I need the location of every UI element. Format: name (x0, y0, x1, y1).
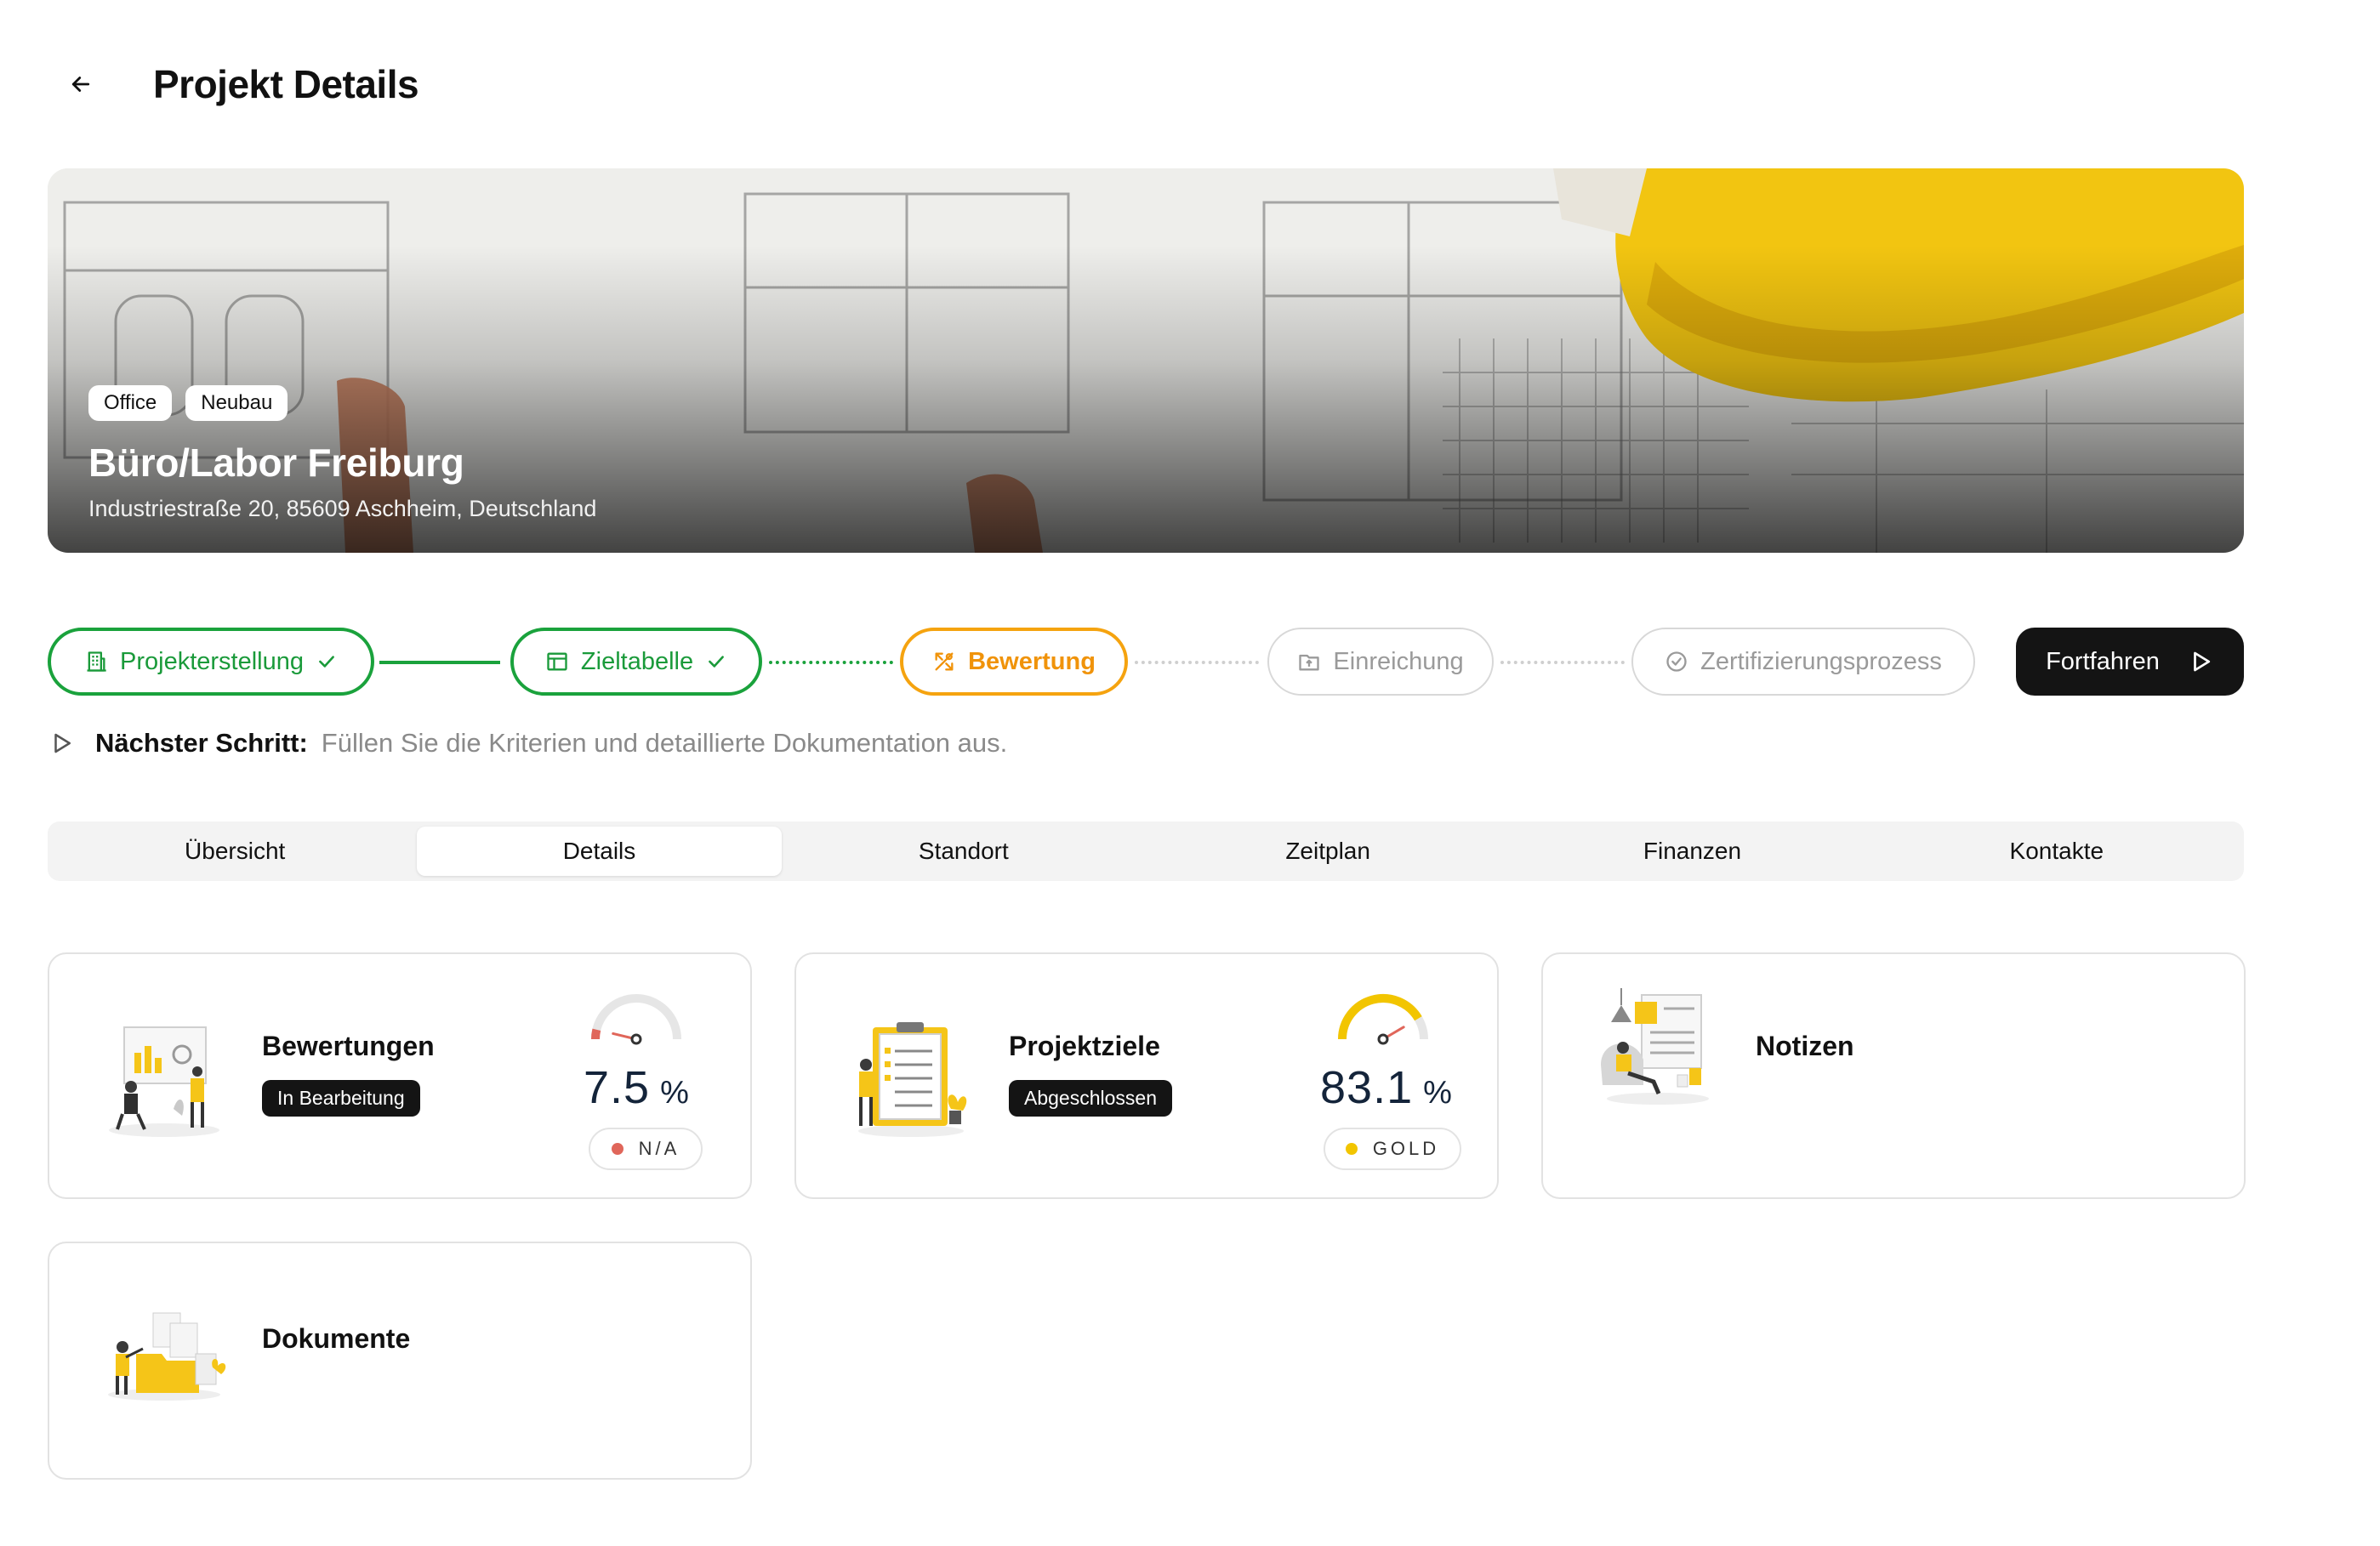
next-step-hint: Nächster Schritt: Füllen Sie die Kriteri… (49, 728, 1007, 759)
rating-dot (611, 1143, 623, 1155)
rating-badge: GOLD (1324, 1128, 1461, 1170)
arrow-left-icon (71, 77, 90, 92)
step-connector (769, 661, 893, 664)
step-label: Zieltabelle (580, 647, 694, 675)
card-title: Bewertungen (262, 1031, 435, 1061)
score-unit: % (660, 1075, 689, 1111)
rating-label: GOLD (1372, 1138, 1440, 1159)
checklist-illustration (858, 1022, 967, 1137)
check-circle-icon (1666, 651, 1687, 672)
card-projektziele[interactable]: Projektziele Abgeschlossen 83.1 % GOLD (794, 952, 1499, 1199)
project-address: Industriestraße 20, 85609 Aschheim, Deut… (88, 496, 597, 521)
score-number: 7.5 (584, 1062, 651, 1113)
card-notizen[interactable]: Notizen (1541, 952, 2246, 1199)
tab-finanzen[interactable]: Finanzen (1510, 827, 1874, 876)
tab-uebersicht[interactable]: Übersicht (53, 827, 417, 876)
step-bewertung[interactable]: Bewertung (900, 628, 1128, 696)
rating-dot (1345, 1143, 1358, 1155)
tag-office: Office (88, 385, 173, 421)
presentation-illustration (109, 1026, 219, 1137)
continue-label: Fortfahren (2046, 647, 2160, 675)
gauge-fill (1338, 994, 1422, 1040)
continue-button[interactable]: Fortfahren (2016, 628, 2244, 696)
play-icon (2194, 651, 2211, 672)
table-icon (547, 652, 567, 671)
step-einreichung[interactable]: Einreichung (1267, 628, 1494, 696)
card-bewertungen[interactable]: Bewertungen In Bearbeitung 7.5 % N/A (48, 952, 752, 1199)
gauge-chart (1338, 994, 1428, 1045)
card-title: Projektziele (1009, 1031, 1160, 1061)
tab-kontakte[interactable]: Kontakte (1875, 827, 2239, 876)
card-title: Notizen (1756, 1031, 1854, 1061)
check-icon (709, 656, 724, 668)
hero-content: Office Neubau Büro/Labor Freiburg Indust… (88, 385, 596, 522)
tools-icon (935, 652, 954, 671)
rating-badge: N/A (589, 1128, 703, 1170)
project-hero-banner: Office Neubau Büro/Labor Freiburg Indust… (48, 168, 2244, 553)
tag-neubau: Neubau (185, 385, 288, 421)
tab-zeitplan[interactable]: Zeitplan (1146, 827, 1510, 876)
step-connector (1135, 661, 1259, 664)
score-number: 83.1 (1320, 1062, 1414, 1113)
tab-details[interactable]: Details (417, 827, 782, 876)
status-badge: In Bearbeitung (262, 1080, 420, 1117)
tab-standort[interactable]: Standort (782, 827, 1146, 876)
score-value: 83.1 % (1320, 1061, 1452, 1114)
project-tags: Office Neubau (88, 385, 596, 421)
step-connector (1500, 661, 1625, 664)
notes-illustration (1601, 988, 1709, 1105)
documents-illustration (108, 1312, 226, 1401)
step-label: Zertifizierungsprozess (1700, 647, 1942, 675)
next-step-text: Füllen Sie die Kriterien und detailliert… (321, 728, 1008, 758)
score-value: 7.5 % (584, 1061, 689, 1114)
step-label: Projekterstellung (120, 647, 304, 675)
step-label: Einreichung (1333, 647, 1464, 675)
page-title: Projekt Details (153, 62, 419, 106)
step-label: Bewertung (968, 647, 1096, 675)
page-header: Projekt Details (60, 54, 419, 114)
gauge-chart (591, 994, 681, 1045)
rating-label: N/A (638, 1138, 680, 1159)
project-name: Büro/Labor Freiburg (88, 440, 464, 485)
step-zieltabelle[interactable]: Zieltabelle (510, 628, 762, 696)
progress-stepper: Projekterstellung Zieltabelle Bewertung … (48, 628, 2244, 696)
building-icon (87, 651, 106, 672)
next-step-label: Nächster Schritt: (95, 728, 308, 758)
gauge-fill (591, 1028, 601, 1040)
detail-tabs: Übersicht Details Standort Zeitplan Fina… (48, 821, 2244, 881)
step-connector (379, 661, 500, 664)
step-projekterstellung[interactable]: Projekterstellung (48, 628, 374, 696)
score-unit: % (1423, 1075, 1452, 1111)
card-dokumente[interactable]: Dokumente (48, 1242, 752, 1480)
status-badge: Abgeschlossen (1009, 1080, 1172, 1117)
play-outline-icon (54, 733, 71, 753)
back-button[interactable] (60, 63, 102, 105)
check-icon (319, 656, 334, 668)
card-title: Dokumente (262, 1323, 411, 1354)
folder-upload-icon (1299, 654, 1320, 671)
step-zertifizierungsprozess[interactable]: Zertifizierungsprozess (1631, 628, 1975, 696)
